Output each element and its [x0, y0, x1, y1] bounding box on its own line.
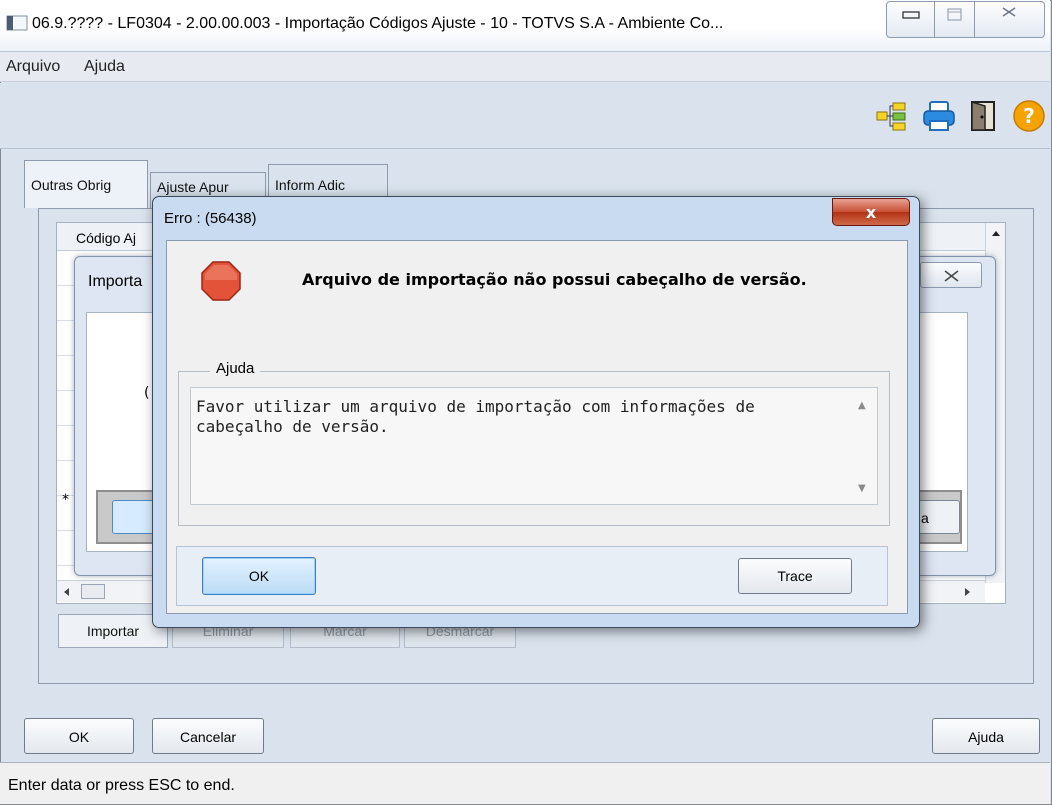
help-group-label: Ajuda — [210, 360, 261, 377]
trace-button[interactable]: Trace — [738, 558, 852, 594]
new-row-marker: * — [62, 492, 69, 508]
scroll-right-icon[interactable] — [957, 581, 977, 603]
error-ok-button[interactable]: OK — [202, 557, 316, 595]
printer-icon[interactable] — [922, 99, 956, 133]
help-icon[interactable]: ? — [1012, 99, 1046, 133]
close-window-button[interactable] — [975, 1, 1045, 38]
error-message: Arquivo de importação não possui cabeçal… — [302, 270, 807, 289]
menu-ajuda[interactable]: Ajuda — [84, 58, 125, 76]
menu-bar: Arquivo Ajuda — [0, 52, 1050, 82]
help-scroll-down-icon[interactable]: ▼ — [858, 483, 866, 494]
error-dialog-close-button[interactable]: x — [832, 198, 910, 226]
import-dialog-title: Importa — [88, 273, 143, 290]
close-icon — [1002, 7, 1016, 17]
ok-button[interactable]: OK — [24, 718, 134, 754]
maximize-icon — [947, 8, 962, 21]
svg-text:?: ? — [1023, 104, 1035, 128]
error-dialog-title: Erro : (56438) — [164, 210, 257, 227]
maximize-button[interactable] — [935, 1, 975, 38]
window-title: 06.9.???? - LF0304 - 2.00.00.003 - Impor… — [32, 15, 724, 32]
status-text: Enter data or press ESC to end. — [8, 777, 235, 794]
tab-outras-obrig[interactable]: Outras Obrig — [24, 160, 148, 208]
toolbar: ? — [0, 83, 1050, 149]
app-icon — [6, 15, 28, 31]
help-text: Favor utilizar um arquivo de importação … — [196, 397, 755, 436]
minimize-button[interactable] — [886, 1, 935, 38]
import-partial-text: ( — [144, 385, 150, 401]
tree-icon[interactable] — [874, 99, 908, 133]
import-dialog-close-button[interactable] — [920, 262, 982, 288]
close-icon — [944, 270, 959, 282]
scroll-up-icon[interactable] — [986, 223, 1006, 243]
help-button[interactable]: Ajuda — [932, 718, 1040, 754]
minimize-icon — [902, 11, 920, 19]
menu-arquivo[interactable]: Arquivo — [6, 58, 60, 76]
column-header-codigo[interactable]: Código Aj — [76, 230, 136, 246]
exit-door-icon[interactable] — [966, 99, 1000, 133]
title-bar: 06.9.???? - LF0304 - 2.00.00.003 - Impor… — [0, 0, 1050, 52]
help-scroll-up-icon[interactable]: ▲ — [858, 400, 866, 411]
stop-icon — [201, 261, 241, 301]
scroll-left-icon[interactable] — [57, 581, 77, 603]
cancel-button[interactable]: Cancelar — [152, 718, 264, 754]
scroll-thumb[interactable] — [81, 584, 105, 599]
